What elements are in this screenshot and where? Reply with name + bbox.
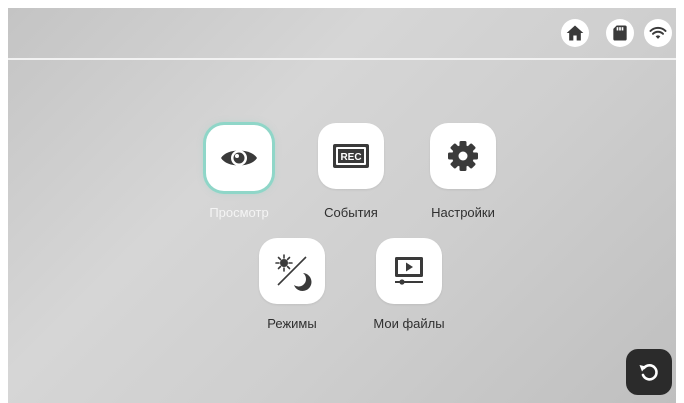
menu-item-modes-label: Режимы	[267, 316, 317, 331]
menu-item-files-label: Мои файлы	[373, 316, 445, 331]
back-button[interactable]	[626, 349, 672, 395]
header-divider	[8, 58, 676, 60]
menu-item-events-label: События	[324, 205, 378, 220]
day-night-icon	[275, 254, 312, 291]
wifi-icon[interactable]	[644, 19, 672, 47]
gear-icon	[448, 141, 478, 171]
menu-item-files[interactable]	[376, 238, 442, 304]
media-files-icon	[395, 257, 423, 285]
svg-text:REC: REC	[340, 152, 361, 163]
menu-item-view[interactable]	[206, 125, 272, 191]
rec-icon: REC	[333, 144, 369, 168]
sd-card-icon[interactable]	[606, 19, 634, 47]
status-bar	[8, 8, 676, 58]
back-arrow-icon	[639, 364, 658, 381]
menu-item-view-label: Просмотр	[209, 205, 269, 220]
menu-item-events[interactable]: REC	[318, 123, 384, 189]
menu-item-settings[interactable]	[430, 123, 496, 189]
device-screen: Просмотр REC События Настройки Режимы Мо…	[8, 8, 676, 403]
eye-icon	[221, 150, 257, 166]
home-icon[interactable]	[561, 19, 589, 47]
menu-item-settings-label: Настройки	[431, 205, 495, 220]
menu-item-modes[interactable]	[259, 238, 325, 304]
